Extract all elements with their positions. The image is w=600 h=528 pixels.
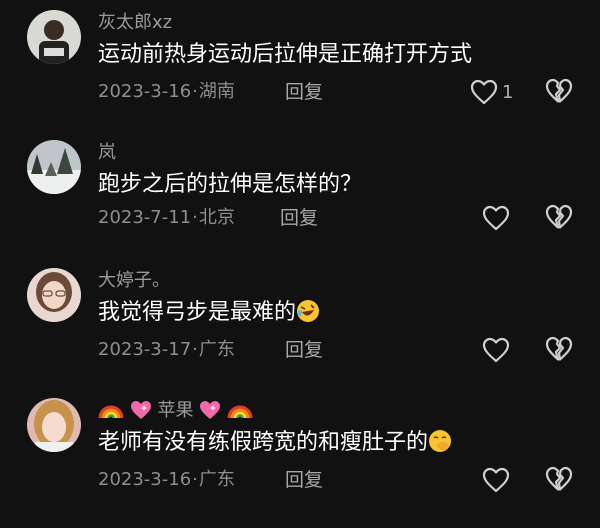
dislike-button[interactable] <box>545 204 573 232</box>
rainbow-emoji <box>98 400 124 426</box>
comment-text: 跑步之后的拉伸是怎样的？ <box>98 172 363 197</box>
comment-text: 运动前热身运动后拉伸是正确打开方式 <box>98 42 473 67</box>
heart-outline-icon <box>482 337 510 363</box>
avatar[interactable] <box>27 398 81 452</box>
heart-outline-icon <box>470 79 498 105</box>
rainbow-emoji <box>227 400 253 426</box>
username[interactable]: 灰太郎xz <box>98 12 172 34</box>
heart-outline-icon <box>482 205 510 231</box>
dislike-button[interactable] <box>545 466 573 494</box>
like-button[interactable] <box>482 466 510 494</box>
dislike-button[interactable] <box>545 78 573 106</box>
rolling-laughing-emoji <box>296 299 320 332</box>
avatar[interactable] <box>27 140 81 194</box>
comment-location: 北京 <box>198 207 235 228</box>
comment-date: 2023-3-16 <box>98 81 192 102</box>
sparkling-heart-emoji <box>199 400 221 426</box>
username[interactable]: 岚 <box>98 142 116 164</box>
broken-heart-icon <box>545 466 573 492</box>
comment-meta: 2023-7-11·北京 <box>98 207 235 228</box>
username[interactable]: 苹果 <box>98 400 253 426</box>
like-button[interactable] <box>482 336 510 364</box>
comment-meta: 2023-3-16·湖南 <box>98 81 235 102</box>
reply-button[interactable]: 回复 <box>285 80 323 104</box>
comment-text: 我觉得弓步是最难的 <box>98 298 320 332</box>
reply-button[interactable]: 回复 <box>280 206 318 230</box>
broken-heart-icon <box>545 336 573 362</box>
comment-location: 湖南 <box>198 81 235 102</box>
avatar[interactable] <box>27 10 81 64</box>
comment-date: 2023-7-11 <box>98 207 192 228</box>
comment-date: 2023-3-17 <box>98 339 192 360</box>
like-button[interactable]: 1 <box>470 78 513 106</box>
comment-meta: 2023-3-16·广东 <box>98 469 235 490</box>
comment-location: 广东 <box>198 339 235 360</box>
like-button[interactable] <box>482 204 510 232</box>
reply-button[interactable]: 回复 <box>285 338 323 362</box>
hand-over-mouth-emoji <box>428 429 452 462</box>
comment-meta: 2023-3-17·广东 <box>98 339 235 360</box>
sparkling-heart-emoji <box>130 400 152 426</box>
username[interactable]: 大婷子。 <box>98 270 170 292</box>
comment-location: 广东 <box>198 469 235 490</box>
like-count: 1 <box>502 81 514 103</box>
reply-button[interactable]: 回复 <box>285 468 323 492</box>
comment-text: 老师有没有练假跨宽的和瘦肚子的 <box>98 428 452 462</box>
dislike-button[interactable] <box>545 336 573 364</box>
heart-outline-icon <box>482 467 510 493</box>
comment-date: 2023-3-16 <box>98 469 192 490</box>
broken-heart-icon <box>545 78 573 104</box>
broken-heart-icon <box>545 204 573 230</box>
avatar[interactable] <box>27 268 81 322</box>
